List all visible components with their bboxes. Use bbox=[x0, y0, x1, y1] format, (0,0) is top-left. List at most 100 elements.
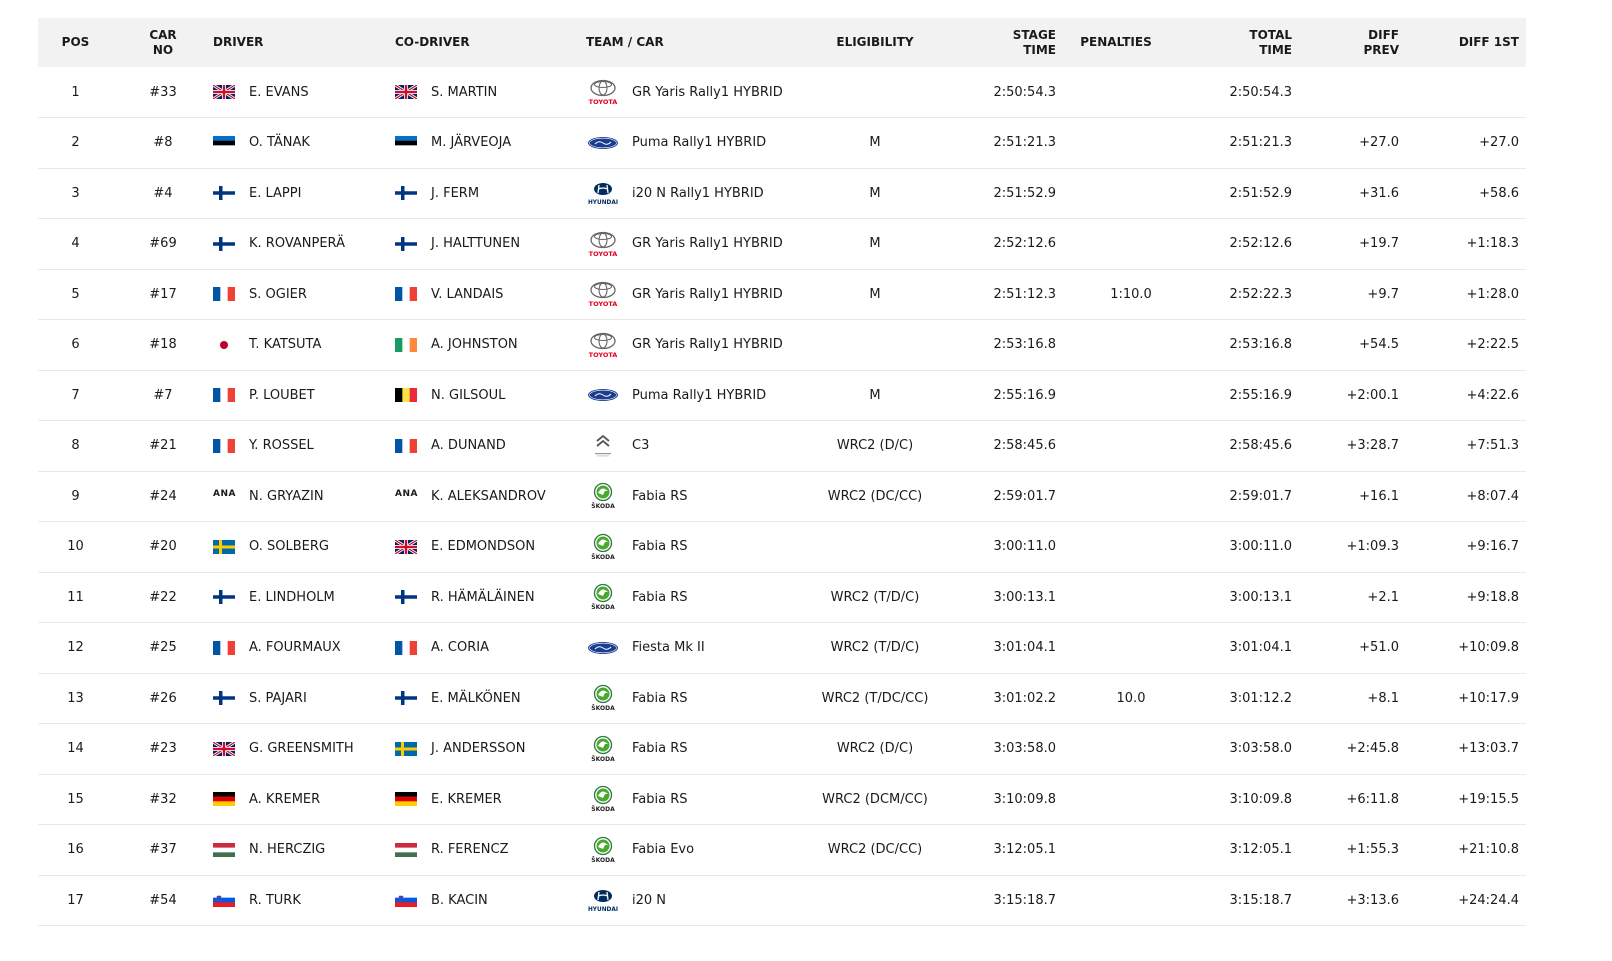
driver-name[interactable]: E. LINDHOLM bbox=[249, 590, 335, 605]
co-driver-name[interactable]: E. KREMER bbox=[431, 792, 502, 807]
cell-team-car: ŠKODA Fabia RS bbox=[586, 572, 800, 623]
co-driver-name[interactable]: J. ANDERSSON bbox=[431, 741, 525, 756]
driver-name[interactable]: S. OGIER bbox=[249, 287, 307, 302]
cell-pos: 7 bbox=[71, 387, 80, 403]
driver-name[interactable]: N. HERCZIG bbox=[249, 842, 325, 857]
driver-name[interactable]: K. ROVANPERÄ bbox=[249, 236, 345, 251]
header-team-car[interactable]: TEAM / CAR bbox=[586, 18, 800, 67]
co-driver-name[interactable]: K. ALEKSANDROV bbox=[431, 489, 546, 504]
table-row[interactable]: 12 #25 A. FOURMAUX A. CORIA Fiesta Mk II… bbox=[38, 623, 1526, 674]
co-driver-name[interactable]: E. EDMONDSON bbox=[431, 539, 535, 554]
cell-spacer bbox=[1519, 118, 1526, 169]
cell-eligibility: WRC2 (D/C) bbox=[836, 741, 914, 757]
driver-name[interactable]: S. PAJARI bbox=[249, 691, 307, 706]
cell-eligibility bbox=[800, 320, 950, 371]
header-pos[interactable]: POS bbox=[38, 18, 113, 67]
co-driver-name[interactable]: R. HÄMÄLÄINEN bbox=[431, 590, 535, 605]
table-row[interactable]: 3 #4 E. LAPPI J. FERM HYUNDAI i20 N Rall… bbox=[38, 168, 1526, 219]
co-driver-name[interactable]: A. CORIA bbox=[431, 640, 489, 655]
driver-name[interactable]: T. KATSUTA bbox=[249, 337, 321, 352]
cell-team-car: Puma Rally1 HYBRID bbox=[586, 118, 800, 169]
driver-name[interactable]: E. EVANS bbox=[249, 85, 309, 100]
table-row[interactable]: 5 #17 S. OGIER V. LANDAIS TOYOTA GR Yari… bbox=[38, 269, 1526, 320]
table-row[interactable]: 15 #32 A. KREMER E. KREMER ŠKODA Fabia R… bbox=[38, 774, 1526, 825]
driver-name[interactable]: Y. ROSSEL bbox=[249, 438, 314, 453]
cell-total-time: 2:59:01.7 bbox=[1229, 488, 1292, 504]
manufacturer-logo-icon: TOYOTA bbox=[586, 280, 620, 308]
header-eligibility[interactable]: ELIGIBILITY bbox=[800, 18, 950, 67]
co-driver-name[interactable]: V. LANDAIS bbox=[431, 287, 503, 302]
cell-eligibility: M bbox=[869, 286, 881, 302]
co-driver-flag-icon bbox=[395, 691, 417, 706]
driver-name[interactable]: N. GRYAZIN bbox=[249, 489, 324, 504]
driver-name[interactable]: R. TURK bbox=[249, 893, 301, 908]
cell-team-car: TOYOTA GR Yaris Rally1 HYBRID bbox=[586, 67, 800, 118]
table-row[interactable]: 8 #21 Y. ROSSEL A. DUNAND C3 WRC2 (D/C) … bbox=[38, 421, 1526, 472]
co-driver-flag-icon bbox=[395, 438, 417, 453]
driver-name[interactable]: G. GREENSMITH bbox=[249, 741, 354, 756]
header-penalties[interactable]: PENALTIES bbox=[1056, 18, 1176, 67]
header-total-time[interactable]: TOTAL TIME bbox=[1176, 18, 1292, 67]
table-row[interactable]: 6 #18 T. KATSUTA A. JOHNSTON TOYOTA GR Y… bbox=[38, 320, 1526, 371]
co-driver-name[interactable]: S. MARTIN bbox=[431, 85, 497, 100]
manufacturer-logo-icon: ŠKODA bbox=[586, 836, 620, 864]
co-driver-flag-icon bbox=[395, 590, 417, 605]
cell-diff-1st: +7:51.3 bbox=[1466, 438, 1520, 454]
cell-diff-1st: +10:17.9 bbox=[1458, 690, 1519, 706]
car-model: GR Yaris Rally1 HYBRID bbox=[632, 84, 783, 100]
co-driver-name[interactable]: E. MÄLKÖNEN bbox=[431, 691, 521, 706]
driver-flag-icon bbox=[213, 539, 235, 554]
cell-eligibility bbox=[800, 67, 950, 118]
manufacturer-logo-icon bbox=[586, 129, 620, 157]
table-row[interactable]: 11 #22 E. LINDHOLM R. HÄMÄLÄINEN ŠKODA F… bbox=[38, 572, 1526, 623]
co-driver-flag-icon bbox=[395, 135, 417, 150]
co-driver-name[interactable]: R. FERENCZ bbox=[431, 842, 508, 857]
driver-name[interactable]: A. FOURMAUX bbox=[249, 640, 341, 655]
driver-flag-icon bbox=[213, 640, 235, 655]
cell-car-no: #8 bbox=[153, 135, 173, 151]
header-diff-1st[interactable]: DIFF 1ST bbox=[1399, 18, 1519, 67]
co-driver-name[interactable]: N. GILSOUL bbox=[431, 388, 505, 403]
cell-penalties bbox=[1056, 421, 1176, 472]
cell-eligibility bbox=[800, 522, 950, 573]
header-co-driver[interactable]: CO-DRIVER bbox=[395, 18, 586, 67]
cell-pos: 13 bbox=[67, 690, 84, 706]
cell-total-time: 3:01:12.2 bbox=[1229, 690, 1292, 706]
co-driver-name[interactable]: M. JÄRVEOJA bbox=[431, 135, 511, 150]
co-driver-name[interactable]: B. KACIN bbox=[431, 893, 488, 908]
table-row[interactable]: 10 #20 O. SOLBERG E. EDMONDSON ŠKODA Fab… bbox=[38, 522, 1526, 573]
cell-diff-prev: +2:45.8 bbox=[1346, 741, 1400, 757]
header-diff-prev[interactable]: DIFF PREV bbox=[1292, 18, 1399, 67]
cell-driver: G. GREENSMITH bbox=[213, 724, 395, 775]
table-row[interactable]: 4 #69 K. ROVANPERÄ J. HALTTUNEN TOYOTA G… bbox=[38, 219, 1526, 269]
table-row[interactable]: 1 #33 E. EVANS S. MARTIN TOYOTA GR Yaris… bbox=[38, 67, 1526, 118]
header-driver[interactable]: DRIVER bbox=[213, 18, 395, 67]
co-driver-name[interactable]: J. FERM bbox=[431, 186, 479, 201]
table-row[interactable]: 13 #26 S. PAJARI E. MÄLKÖNEN ŠKODA Fabia… bbox=[38, 673, 1526, 724]
table-row[interactable]: 7 #7 P. LOUBET N. GILSOUL Puma Rally1 HY… bbox=[38, 370, 1526, 421]
co-driver-name[interactable]: J. HALTTUNEN bbox=[431, 236, 520, 251]
table-row[interactable]: 9 #24 ANA N. GRYAZIN ANA K. ALEKSANDROV … bbox=[38, 471, 1526, 522]
cell-spacer bbox=[1519, 825, 1526, 876]
driver-name[interactable]: O. SOLBERG bbox=[249, 539, 329, 554]
driver-flag-icon bbox=[213, 85, 235, 99]
table-row[interactable]: 14 #23 G. GREENSMITH J. ANDERSSON ŠKODA … bbox=[38, 724, 1526, 775]
cell-diff-1st: +58.6 bbox=[1479, 185, 1519, 201]
driver-name[interactable]: O. TÄNAK bbox=[249, 135, 310, 150]
co-driver-name[interactable]: A. JOHNSTON bbox=[431, 337, 518, 352]
driver-name[interactable]: A. KREMER bbox=[249, 792, 320, 807]
cell-diff-prev: +27.0 bbox=[1359, 135, 1399, 151]
cell-team-car: Fiesta Mk II bbox=[586, 623, 800, 674]
co-driver-flag-icon bbox=[395, 388, 417, 403]
table-row[interactable]: 2 #8 O. TÄNAK M. JÄRVEOJA Puma Rally1 HY… bbox=[38, 118, 1526, 169]
table-row[interactable]: 16 #37 N. HERCZIG R. FERENCZ ŠKODA Fabia… bbox=[38, 825, 1526, 876]
driver-name[interactable]: E. LAPPI bbox=[249, 186, 301, 201]
cell-spacer bbox=[1519, 370, 1526, 421]
table-row[interactable]: 17 #54 R. TURK B. KACIN HYUNDAI i20 N 3:… bbox=[38, 875, 1526, 926]
header-stage-time[interactable]: STAGE TIME bbox=[950, 18, 1056, 67]
header-car-no[interactable]: CAR NO bbox=[113, 18, 213, 67]
co-driver-name[interactable]: A. DUNAND bbox=[431, 438, 506, 453]
cell-team-car: ŠKODA Fabia RS bbox=[586, 774, 800, 825]
cell-penalties bbox=[1056, 623, 1176, 674]
driver-name[interactable]: P. LOUBET bbox=[249, 388, 315, 403]
